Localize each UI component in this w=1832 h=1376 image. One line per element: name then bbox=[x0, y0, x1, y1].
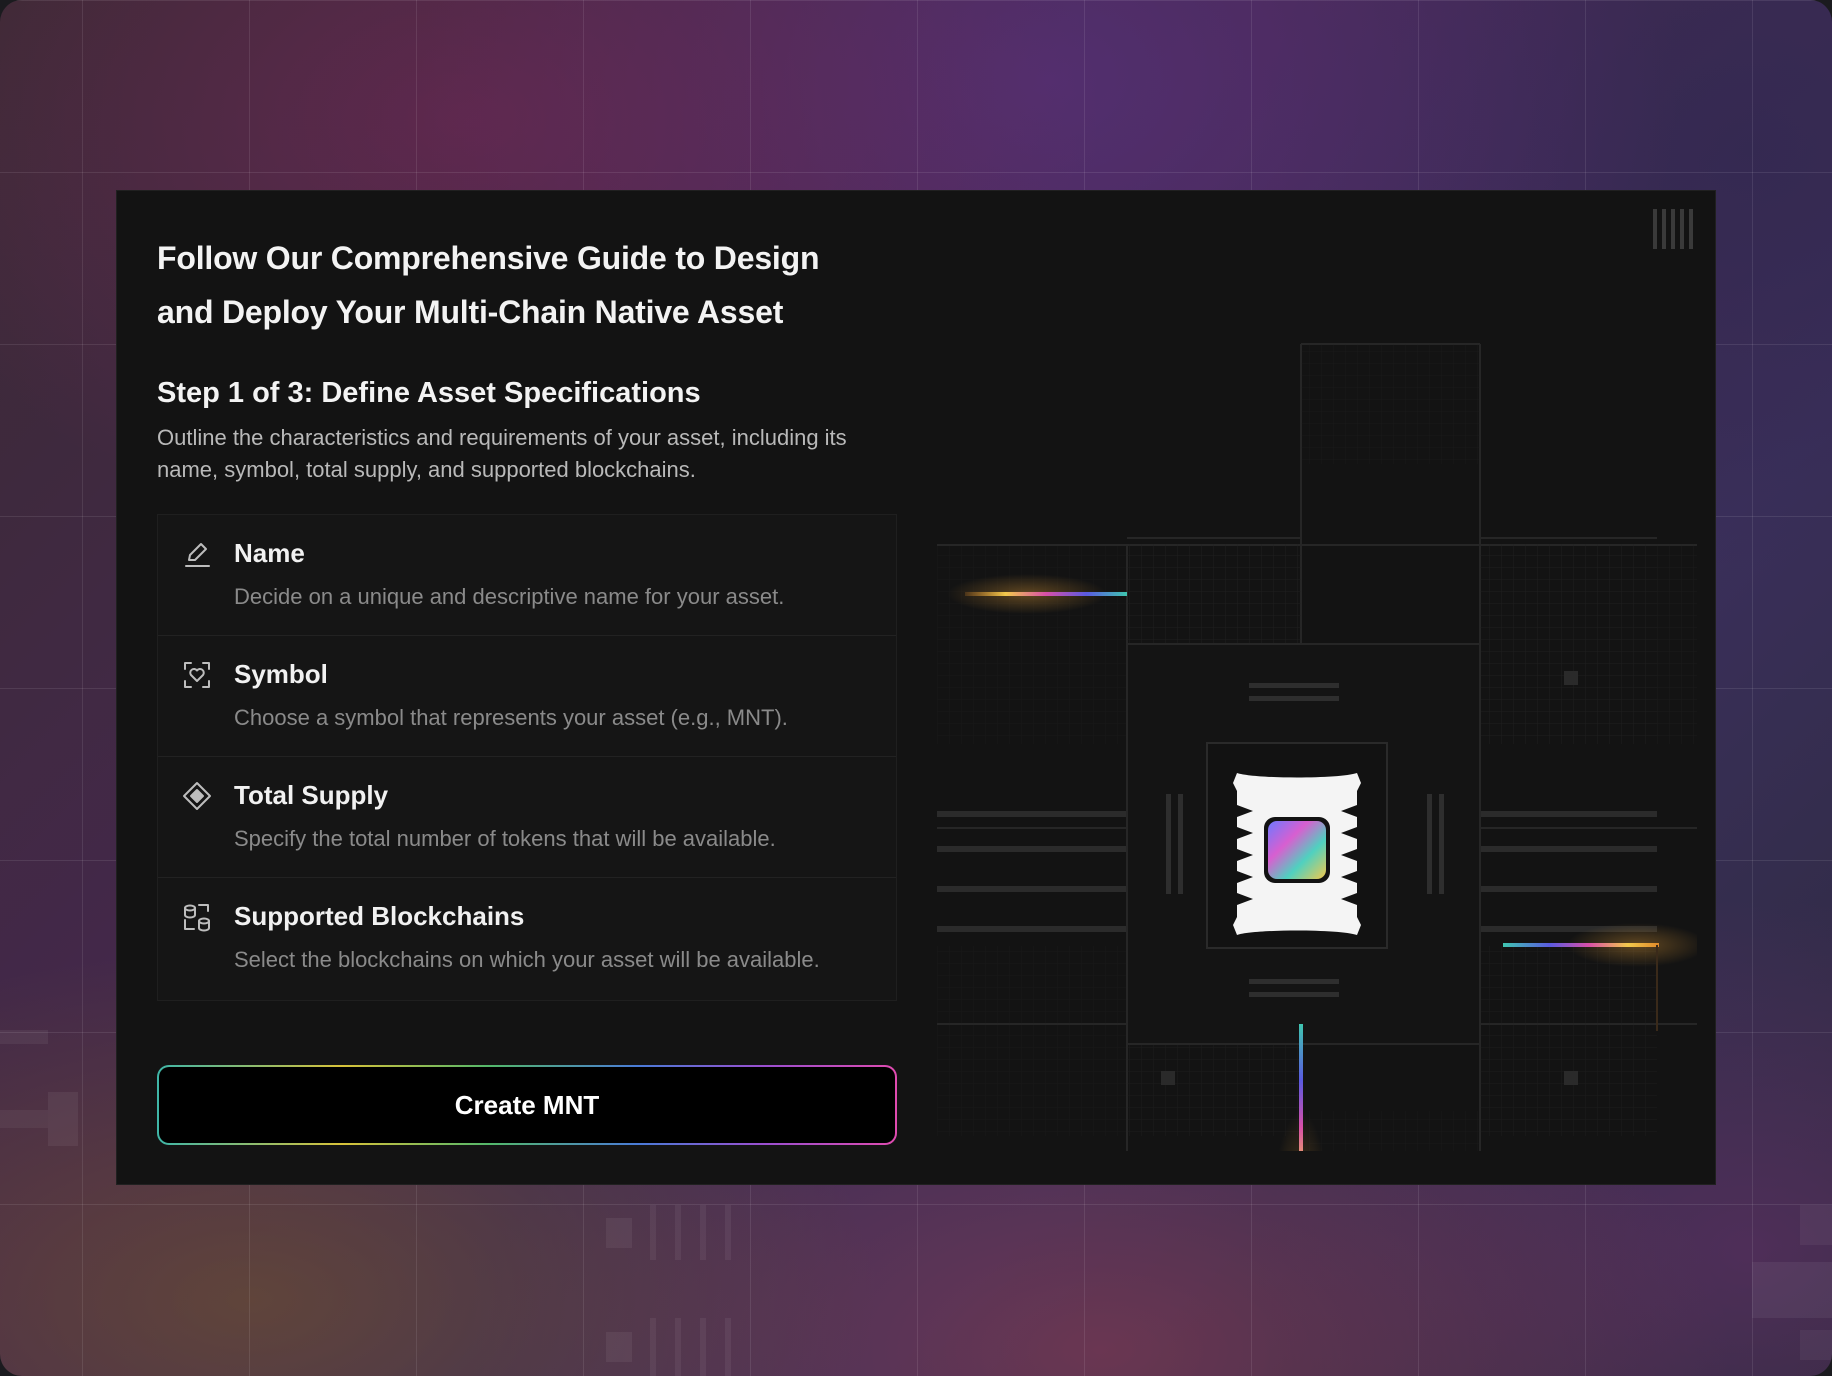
spec-description: Specify the total number of tokens that … bbox=[234, 826, 776, 851]
spec-description: Select the blockchains on which your ass… bbox=[234, 947, 820, 972]
background-decoration bbox=[675, 1205, 681, 1260]
background-decoration bbox=[0, 1110, 48, 1128]
background-decoration bbox=[650, 1318, 656, 1376]
spec-description: Choose a symbol that represents your ass… bbox=[234, 705, 788, 730]
guide-card: Follow Our Comprehensive Guide to Design… bbox=[116, 190, 1716, 1351]
guide-content: Follow Our Comprehensive Guide to Design… bbox=[157, 231, 897, 1001]
scan-heart-icon bbox=[182, 660, 212, 690]
background-decoration bbox=[1800, 1330, 1832, 1360]
spec-title: Symbol bbox=[234, 659, 328, 689]
page-background: Follow Our Comprehensive Guide to Design… bbox=[0, 0, 1832, 1376]
background-decoration bbox=[48, 1092, 78, 1146]
background-decoration bbox=[725, 1205, 731, 1260]
background-decoration bbox=[606, 1332, 632, 1362]
background-decoration bbox=[725, 1318, 731, 1376]
create-mnt-button[interactable]: Create MNT bbox=[157, 1065, 897, 1145]
spec-item-supported-blockchains: Supported Blockchains Select the blockch… bbox=[158, 878, 896, 1000]
spec-title: Total Supply bbox=[234, 780, 389, 810]
background-decoration bbox=[675, 1318, 681, 1376]
step-title: Step 1 of 3: Define Asset Specifications bbox=[157, 377, 701, 409]
spec-list: Name Decide on a unique and descriptive … bbox=[157, 514, 897, 1001]
background-decoration bbox=[1752, 1262, 1832, 1318]
spec-title: Supported Blockchains bbox=[234, 901, 525, 931]
spec-description: Decide on a unique and descriptive name … bbox=[234, 584, 785, 609]
page-title: Follow Our Comprehensive Guide to Design… bbox=[157, 240, 820, 330]
spec-title: Name bbox=[234, 538, 305, 568]
chip-illustration bbox=[937, 231, 1707, 1351]
spec-item-name: Name Decide on a unique and descriptive … bbox=[158, 515, 896, 636]
create-mnt-button-label: Create MNT bbox=[159, 1067, 895, 1143]
step-description: Outline the characteristics and requirem… bbox=[157, 425, 847, 482]
background-decoration bbox=[700, 1205, 706, 1260]
background-decoration bbox=[1800, 1205, 1832, 1245]
background-decoration bbox=[700, 1318, 706, 1376]
background-decoration bbox=[650, 1205, 656, 1260]
background-decoration bbox=[0, 1030, 48, 1044]
pencil-icon bbox=[182, 539, 212, 569]
diamond-icon bbox=[182, 781, 212, 811]
spec-item-symbol: Symbol Choose a symbol that represents y… bbox=[158, 636, 896, 757]
database-icon bbox=[182, 902, 212, 932]
spec-item-total-supply: Total Supply Specify the total number of… bbox=[158, 757, 896, 878]
background-decoration bbox=[606, 1218, 632, 1248]
